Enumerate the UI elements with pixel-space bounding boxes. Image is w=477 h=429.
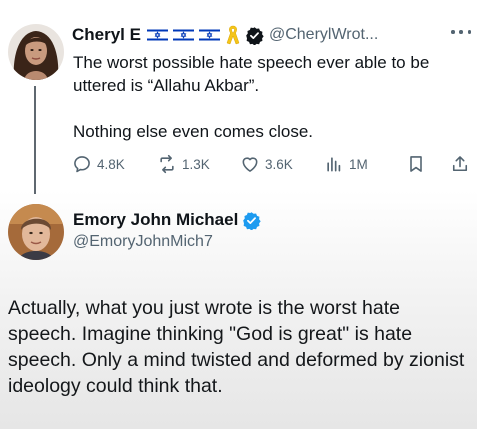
repost-button[interactable]: 1.3K bbox=[157, 152, 210, 176]
like-button[interactable]: 3.6K bbox=[240, 152, 293, 176]
reply-text: Actually, what you just wrote is the wor… bbox=[8, 297, 465, 397]
tweet-text-line: The worst possible hate speech ever able… bbox=[73, 53, 430, 95]
reply-author-handle[interactable]: @EmoryJohnMich7 bbox=[73, 233, 213, 251]
author-display-name[interactable]: Cheryl E bbox=[72, 25, 141, 45]
bookmark-button[interactable] bbox=[406, 152, 431, 176]
share-button[interactable] bbox=[450, 152, 475, 176]
repost-count: 1.3K bbox=[182, 156, 210, 172]
tweet-header: Cheryl E @CherylWrot... bbox=[72, 22, 477, 48]
yellow-ribbon-icon bbox=[226, 25, 240, 45]
tweet-text: The worst possible hate speech ever able… bbox=[73, 51, 477, 143]
author-handle[interactable]: @CherylWrot... bbox=[269, 26, 378, 44]
heart-icon bbox=[242, 157, 258, 172]
tweet-action-bar: 4.8K 1.3K 3.6K 1M bbox=[72, 152, 477, 176]
more-options-button[interactable] bbox=[451, 24, 471, 40]
author-avatar[interactable] bbox=[8, 24, 64, 80]
israel-flag-icon bbox=[172, 28, 194, 42]
views-button[interactable]: 1M bbox=[324, 152, 368, 176]
verified-badge-icon bbox=[246, 26, 264, 45]
bookmark-icon bbox=[410, 156, 422, 172]
tweet-text-line: Nothing else even comes close. bbox=[73, 122, 314, 141]
view-count: 1M bbox=[349, 156, 368, 172]
reply-author-display-name[interactable]: Emory John Michael bbox=[73, 210, 238, 230]
reply-button[interactable]: 4.8K bbox=[72, 152, 125, 176]
verified-badge-icon bbox=[243, 211, 262, 230]
reply-count: 4.8K bbox=[97, 156, 125, 172]
israel-flag-icon bbox=[146, 28, 168, 42]
israel-flag-icon bbox=[198, 28, 220, 42]
reply-header: Emory John Michael bbox=[73, 208, 262, 232]
reply-icon bbox=[74, 156, 90, 173]
reply-author-avatar[interactable] bbox=[8, 204, 64, 260]
like-count: 3.6K bbox=[265, 156, 293, 172]
analytics-icon bbox=[327, 157, 341, 172]
repost-icon bbox=[160, 154, 174, 174]
share-icon bbox=[452, 156, 468, 172]
thread-connector-line bbox=[34, 86, 36, 194]
